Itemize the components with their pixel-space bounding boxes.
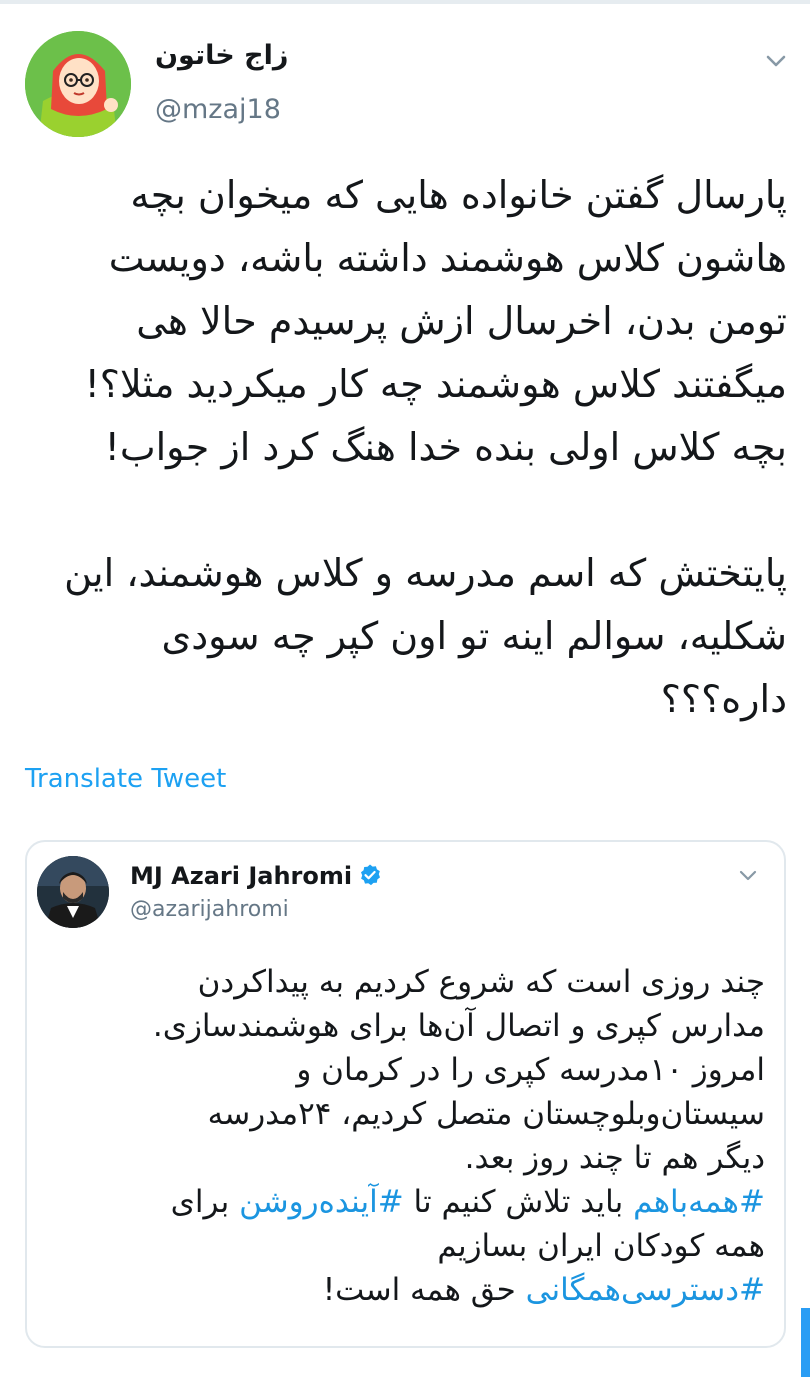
tweet-text: پارسال گفتن خانواده هایی که میخوان بچه ه… [25, 164, 787, 731]
author-handle[interactable]: @mzaj18 [155, 94, 281, 125]
quoted-text-line: چند روزی است که شروع کردیم به پیداکردن [197, 964, 765, 1000]
author-name[interactable]: زاج خاتون [155, 40, 288, 71]
chevron-down-icon [766, 55, 786, 67]
quoted-author-name[interactable]: MJ Azari Jahromi [130, 862, 382, 890]
person-avatar-icon [37, 856, 109, 928]
quoted-text-fragment: برای [170, 1184, 240, 1220]
hashtag-link[interactable]: #آینده‌روشن [239, 1184, 404, 1220]
translate-tweet-link[interactable]: Translate Tweet [25, 764, 226, 794]
quoted-text-line: همه کودکان ایران بسازیم [437, 1228, 765, 1264]
top-divider [0, 0, 810, 4]
quoted-author-handle[interactable]: @azarijahromi [130, 897, 289, 922]
quoted-menu-chevron-down-icon[interactable] [737, 864, 759, 886]
verified-badge-icon [361, 864, 381, 886]
quoted-text-line: دیگر هم تا چند روز بعد. [464, 1140, 765, 1176]
quoted-author-avatar[interactable] [37, 856, 109, 928]
quoted-author-name-text: MJ Azari Jahromi [130, 862, 353, 890]
quoted-text-line: #دسترسی‌همگانی حق همه است! [45, 1268, 765, 1312]
tweet-paragraph: پایتختش که اسم مدرسه و کلاس هوشمند، این … [64, 551, 787, 721]
chevron-down-icon [739, 870, 757, 881]
hashtag-link[interactable]: #همه‌باهم [633, 1184, 765, 1220]
quoted-tweet-text: چند روزی است که شروع کردیم به پیداکردن م… [45, 960, 765, 1312]
quoted-tweet-card[interactable]: MJ Azari Jahromi @azarijahromi چند روزی … [25, 840, 786, 1348]
quoted-text-fragment: حق همه است! [322, 1272, 526, 1308]
quoted-text-line: سیستان‌وبلوچستان متصل کردیم، ۲۴مدرسه [207, 1096, 765, 1132]
cartoon-avatar-icon [25, 31, 131, 137]
author-avatar[interactable] [25, 31, 131, 137]
quoted-text-line: #همه‌باهم باید تلاش کنیم تا #آینده‌روشن … [45, 1180, 765, 1224]
quoted-text-line: امروز ۱۰مدرسه کپری را در کرمان و [296, 1052, 765, 1088]
scrollbar-thumb[interactable] [801, 1308, 810, 1377]
hashtag-link[interactable]: #دسترسی‌همگانی [526, 1272, 765, 1308]
quoted-text-fragment: باید تلاش کنیم تا [403, 1184, 634, 1220]
tweet-paragraph: پارسال گفتن خانواده هایی که میخوان بچه ه… [84, 173, 787, 469]
quoted-text-line: مدارس کپری و اتصال آن‌ها برای هوشمندسازی… [152, 1008, 765, 1044]
tweet-menu-chevron-down-icon[interactable] [763, 48, 789, 74]
